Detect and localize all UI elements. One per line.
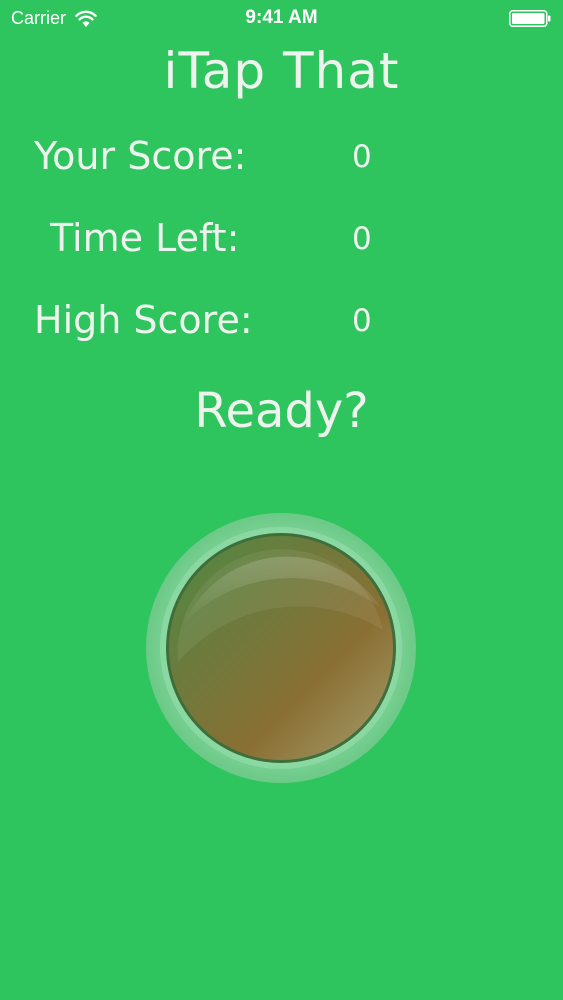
status-time: 9:41 AM (245, 7, 318, 28)
high-score-value: 0 (352, 303, 372, 339)
time-left-value: 0 (352, 221, 372, 257)
round-tap-button-icon (146, 513, 416, 783)
tap-button[interactable] (145, 512, 417, 784)
status-bar: Carrier 9:41 AM (0, 0, 563, 40)
ready-prompt: Ready? (194, 383, 369, 439)
high-score-label: High Score: (34, 298, 253, 342)
time-left-label: Time Left: (50, 216, 240, 260)
battery-icon (509, 10, 551, 27)
score-value: 0 (352, 139, 372, 175)
app-title: iTap That (163, 42, 400, 100)
score-label: Your Score: (34, 134, 247, 178)
